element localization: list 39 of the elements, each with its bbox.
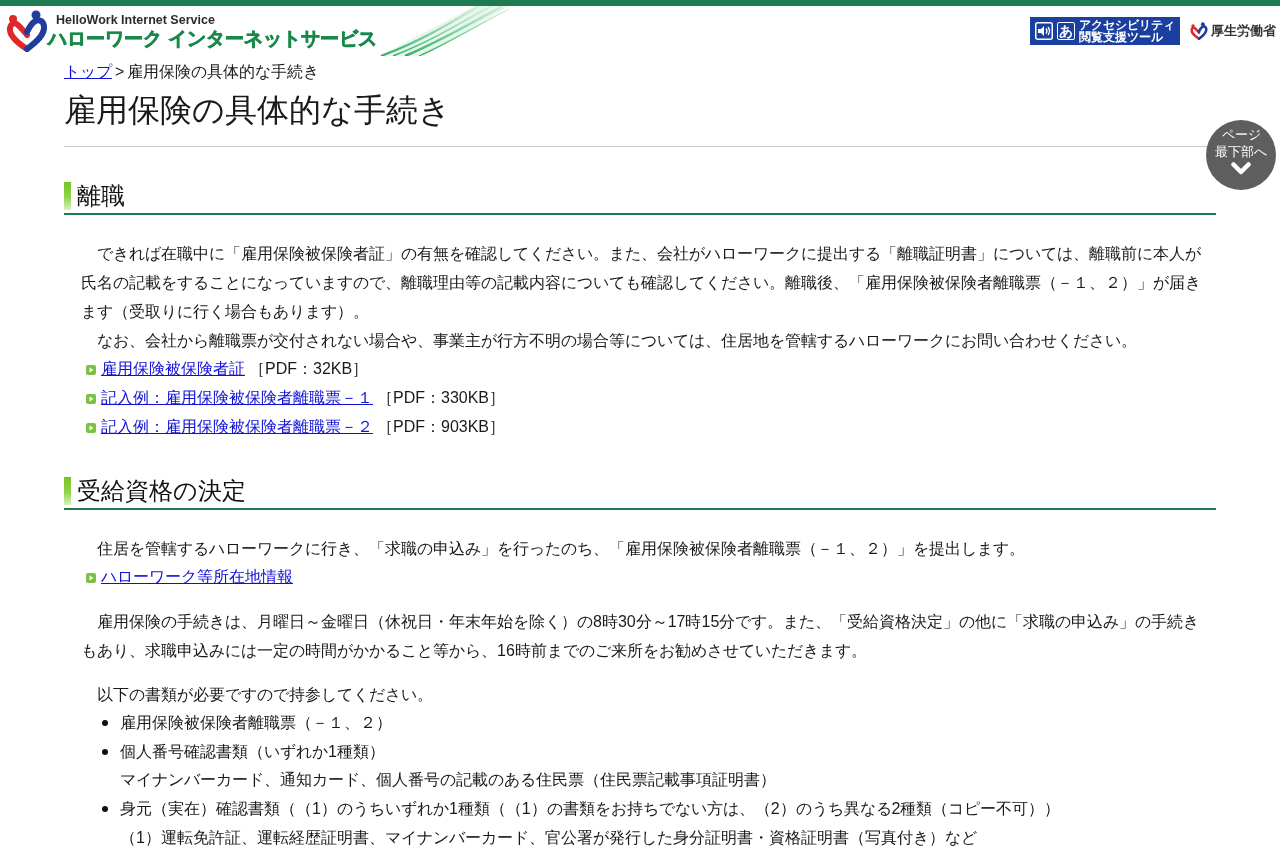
- section-heading: 受給資格の決定: [77, 477, 246, 505]
- figure-logo-icon: [1190, 22, 1208, 40]
- list-item-text: 個人番号確認書類（いずれか1種類）: [120, 741, 386, 762]
- paragraph: 住居を管轄するハローワークに行き、「求職の申込み」を行ったのち、「雇用保険被保険者離職票（－１、２）」を提出します。: [96, 539, 1026, 559]
- heading-marker-icon: [64, 477, 71, 505]
- list-item-note: （1）運転免許証、運転経歴証明書、マイナンバーカード、官公署が発行した身分証明書・資格証明書（写真付き）など: [120, 827, 978, 848]
- site-logo-link[interactable]: HelloWork Internet Service ハローワーク インターネットサービス: [6, 10, 378, 52]
- logo-icon: [6, 10, 48, 52]
- speaker-icon: [1035, 22, 1053, 40]
- bullet-icon: [102, 749, 108, 756]
- arrow-bullet-icon: [86, 393, 96, 404]
- breadcrumb-current: 雇用保険の具体的な手続き: [127, 62, 320, 82]
- arrow-bullet-icon: [86, 572, 96, 583]
- ministry-logo-link[interactable]: 厚生労働省: [1190, 22, 1276, 40]
- paragraph: 雇用保険の手続きは、月曜日～金曜日（休祝日・年末年始を除く）の8時30分～17時15分です。また、「受給資格決定」の他に「求職の申込み」の手続きもあり、求職申込みには一定の時間がかかること等から、16時前までのご来所をお勧めさせていただきます。: [81, 612, 1201, 661]
- file-size: ［PDF：32KB］: [249, 359, 369, 379]
- bullet-icon: [102, 720, 108, 727]
- list-item-text: 雇用保険被保険者離職票（－１、２）: [120, 713, 392, 733]
- scroll-to-bottom-button[interactable]: ページ 最下部へ: [1206, 120, 1276, 190]
- page-title: 雇用保険の具体的な手続き: [64, 90, 1210, 147]
- file-size: ［PDF：903KB］: [377, 417, 506, 437]
- chevron-down-icon: [1231, 162, 1251, 175]
- paragraph: 以下の書類が必要ですので持参してください。: [96, 685, 434, 705]
- arrow-bullet-icon: [86, 364, 96, 375]
- paragraph: なお、会社から離職票が交付されない場合や、事業主が行方不明の場合等については、住居地を管轄するハローワークにお問い合わせください。: [96, 331, 1138, 351]
- arrow-bullet-icon: [86, 422, 96, 433]
- document-link[interactable]: 雇用保険被保険者証: [101, 359, 245, 380]
- document-link[interactable]: 記入例：雇用保険被保険者離職票－１: [101, 388, 373, 409]
- document-link[interactable]: 記入例：雇用保険被保険者離職票－２: [101, 417, 373, 438]
- bullet-icon: [102, 806, 108, 813]
- list-item-note: マイナンバーカード、通知カード、個人番号の記載のある住民票（住民票記載事項証明書）: [120, 770, 776, 791]
- breadcrumb-separator: >: [115, 62, 125, 82]
- section-heading: 離職: [77, 182, 125, 210]
- document-link[interactable]: ハローワーク等所在地情報: [101, 567, 293, 588]
- breadcrumb-link[interactable]: トップ: [64, 62, 112, 82]
- list-item-text: 身元（実在）確認書類（（1）のうちいずれか1種類（（1）の書類をお持ちでない方は、（2）のうち異なる2種類（コピー不可））: [120, 799, 1061, 820]
- heading-marker-icon: [64, 182, 71, 210]
- paragraph: できれば在職中に「雇用保険被保険者証」の有無を確認してください。また、会社がハローワークに提出する「離職証明書」については、離職前に本人が氏名の記載をすることになっていますので、離職理由等の記載内容についても確認してください。離職後、「雇用保険被保険者離職票（－１、２）」が届きます（受取りに行く場合もあります）。: [81, 244, 1202, 322]
- file-size: ［PDF：330KB］: [377, 388, 506, 408]
